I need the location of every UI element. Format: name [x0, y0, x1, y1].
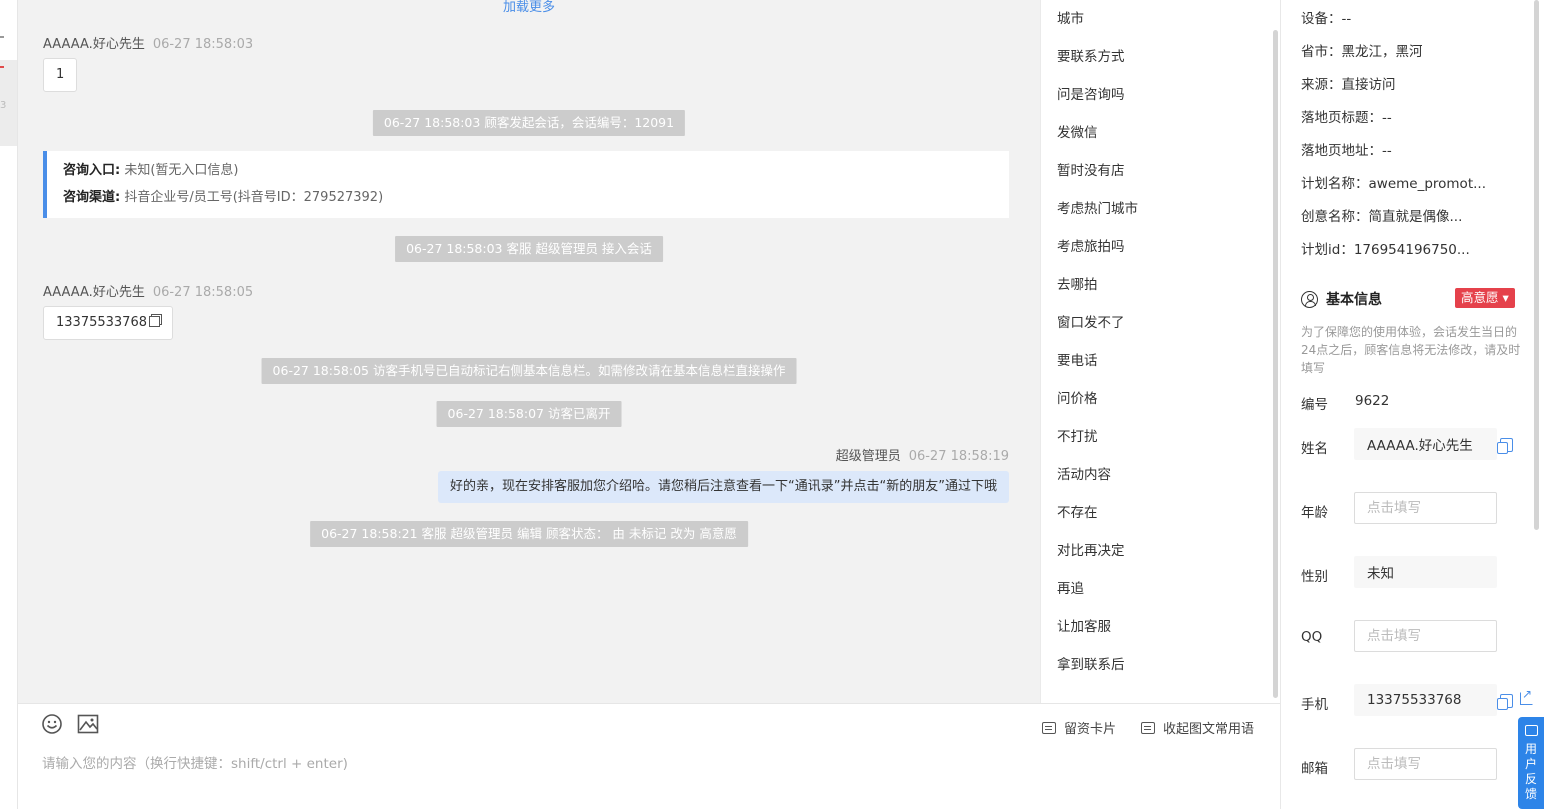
- consult-info-card: 咨询入口: 未知(暂无入口信息) 咨询渠道: 抖音企业号/员工号(抖音号ID：2…: [43, 151, 1009, 218]
- quick-reply-scrollbar[interactable]: [1273, 30, 1278, 698]
- chat-message-area[interactable]: 加载更多 AAAAA.好心先生 06-27 18:58:03 1 06-27 18…: [18, 0, 1040, 703]
- sender-name: AAAAA.好心先生: [43, 285, 145, 300]
- info-landing-url: 落地页地址：--: [1301, 143, 1392, 159]
- name-field[interactable]: [1354, 428, 1497, 460]
- nav-count: 3: [0, 100, 7, 111]
- card-icon: [1042, 721, 1056, 734]
- message-header: AAAAA.好心先生 06-27 18:58:05: [43, 281, 253, 300]
- quick-reply-item[interactable]: 问价格: [1057, 387, 1098, 407]
- agent-message-bubble: 好的亲，现在安排客服加您介绍哈。请您稍后注意查看一下“通讯录”并点击“新的朋友”…: [438, 471, 1009, 503]
- phrases-icon: [1141, 721, 1155, 734]
- message-icon: [1524, 725, 1538, 736]
- quick-reply-item[interactable]: 拿到联系后: [1057, 653, 1125, 673]
- collapse-phrases-button[interactable]: 收起图文常用语: [1141, 718, 1254, 737]
- load-more-link[interactable]: 加载更多: [18, 0, 1040, 15]
- message-time: 06-27 18:58:19: [908, 449, 1009, 464]
- basic-info-title: 基本信息: [1301, 289, 1382, 309]
- customer-message-bubble: 1: [43, 58, 78, 92]
- info-source: 来源：直接访问: [1301, 77, 1396, 93]
- copy-name-icon[interactable]: [1497, 438, 1513, 454]
- entry-label: 咨询入口:: [63, 163, 121, 178]
- name-label: 姓名: [1301, 441, 1328, 457]
- message-text: 13375533768: [56, 315, 147, 330]
- info-device: 设备：--: [1301, 11, 1352, 27]
- system-message: 06-27 18:58:21 客服 超级管理员 编辑 顾客状态： 由 未标记 改…: [310, 521, 748, 547]
- quick-reply-item[interactable]: 要联系方式: [1057, 45, 1125, 65]
- basic-info-label: 基本信息: [1326, 292, 1382, 308]
- customer-message-bubble: 13375533768: [43, 306, 173, 340]
- image-icon[interactable]: [77, 713, 99, 735]
- info-region: 省市：黑龙江，黑河: [1301, 44, 1423, 60]
- id-label: 编号: [1301, 397, 1328, 413]
- quick-reply-item[interactable]: 考虑热门城市: [1057, 197, 1138, 217]
- user-feedback-button[interactable]: 用户反馈: [1518, 717, 1544, 809]
- info-landing-title: 落地页标题：--: [1301, 110, 1392, 126]
- age-field[interactable]: [1354, 492, 1497, 524]
- email-field[interactable]: [1354, 748, 1497, 780]
- system-message: 06-27 18:58:05 访客手机号已自动标记右侧基本信息栏。如需修改请在基…: [261, 358, 797, 384]
- gender-label: 性别: [1301, 569, 1328, 585]
- message-header: AAAAA.好心先生 06-27 18:58:03: [43, 33, 253, 52]
- quick-reply-item[interactable]: 去哪拍: [1057, 273, 1098, 293]
- sender-name: AAAAA.好心先生: [43, 37, 145, 52]
- message-input-area: 留资卡片 收起图文常用语 请输入您的内容（换行快捷键：shift/ctrl + …: [18, 703, 1280, 809]
- quick-reply-item[interactable]: 再追: [1057, 577, 1084, 597]
- entry-value: 未知(暂无入口信息): [120, 163, 239, 178]
- lead-card-label: 留资卡片: [1064, 722, 1117, 737]
- left-nav-strip: 3: [0, 0, 18, 809]
- channel-label: 咨询渠道:: [63, 190, 121, 205]
- quick-reply-item[interactable]: 问是咨询吗: [1057, 83, 1125, 103]
- qq-label: QQ: [1301, 629, 1323, 645]
- customer-info-panel: 设备：-- 省市：黑龙江，黑河 来源：直接访问 落地页标题：-- 落地页地址：-…: [1280, 0, 1544, 809]
- quick-reply-item[interactable]: 要电话: [1057, 349, 1098, 369]
- quick-reply-item[interactable]: 不打扰: [1057, 425, 1098, 445]
- system-message: 06-27 18:58:03 顾客发起会话，会话编号：12091: [372, 110, 686, 136]
- agent-message-header: 超级管理员 06-27 18:58:19: [836, 445, 1009, 464]
- gender-field[interactable]: [1354, 556, 1497, 588]
- quick-reply-item[interactable]: 暂时没有店: [1057, 159, 1125, 179]
- system-message: 06-27 18:58:07 访客已离开: [436, 401, 622, 427]
- message-input[interactable]: 请输入您的内容（换行快捷键：shift/ctrl + enter): [42, 752, 348, 772]
- agent-name: 超级管理员: [835, 449, 901, 464]
- quick-reply-item[interactable]: 发微信: [1057, 121, 1098, 141]
- channel-value: 抖音企业号/员工号(抖音号ID：279527392): [120, 190, 384, 205]
- qq-field[interactable]: [1354, 620, 1497, 652]
- message-time: 06-27 18:58:03: [152, 37, 254, 52]
- quick-reply-item[interactable]: 考虑旅拍吗: [1057, 235, 1125, 255]
- lead-card-button[interactable]: 留资卡片: [1042, 718, 1116, 737]
- quick-reply-list: 城市 要联系方式 问是咨询吗 发微信 暂时没有店 考虑热门城市 考虑旅拍吗 去哪…: [1040, 0, 1280, 703]
- user-circle-icon: [1301, 290, 1318, 308]
- info-plan-id: 计划id：176954196750...: [1301, 242, 1470, 258]
- nav-mark: [0, 36, 4, 38]
- external-link-icon[interactable]: [1520, 687, 1533, 705]
- system-message: 06-27 18:58:03 客服 超级管理员 接入会话: [395, 236, 663, 262]
- collapse-phrases-label: 收起图文常用语: [1163, 722, 1255, 737]
- phone-label: 手机: [1301, 697, 1328, 713]
- copy-phone-icon[interactable]: [1497, 694, 1513, 710]
- quick-reply-item[interactable]: 城市: [1057, 7, 1084, 27]
- info-creative-name: 创意名称：简直就是偶像...: [1301, 209, 1463, 225]
- copy-icon[interactable]: [148, 316, 160, 327]
- id-value: 9622: [1355, 393, 1390, 409]
- message-text: 1: [56, 67, 65, 82]
- phone-field[interactable]: [1354, 684, 1497, 716]
- message-time: 06-27 18:58:05: [152, 285, 254, 300]
- age-label: 年龄: [1301, 505, 1328, 521]
- info-plan-name: 计划名称：aweme_promot...: [1301, 176, 1486, 192]
- intent-status-dropdown[interactable]: 高意愿 ▾: [1455, 288, 1515, 308]
- smile-icon[interactable]: [41, 713, 63, 735]
- info-panel-scrollbar[interactable]: [1534, 0, 1539, 530]
- quick-reply-item[interactable]: 活动内容: [1057, 463, 1111, 483]
- quick-reply-item[interactable]: 不存在: [1057, 501, 1098, 521]
- quick-reply-item[interactable]: 对比再决定: [1057, 539, 1125, 559]
- quick-reply-item[interactable]: 让加客服: [1057, 615, 1111, 635]
- edit-notice: 为了保障您的使用体验，会话发生当日的24点之后，顾客信息将无法修改，请及时填写: [1301, 325, 1521, 375]
- email-label: 邮箱: [1301, 761, 1328, 777]
- nav-mark-red: [0, 66, 4, 68]
- quick-reply-item[interactable]: 窗口发不了: [1057, 311, 1125, 331]
- feedback-label: 用户反馈: [1524, 742, 1537, 801]
